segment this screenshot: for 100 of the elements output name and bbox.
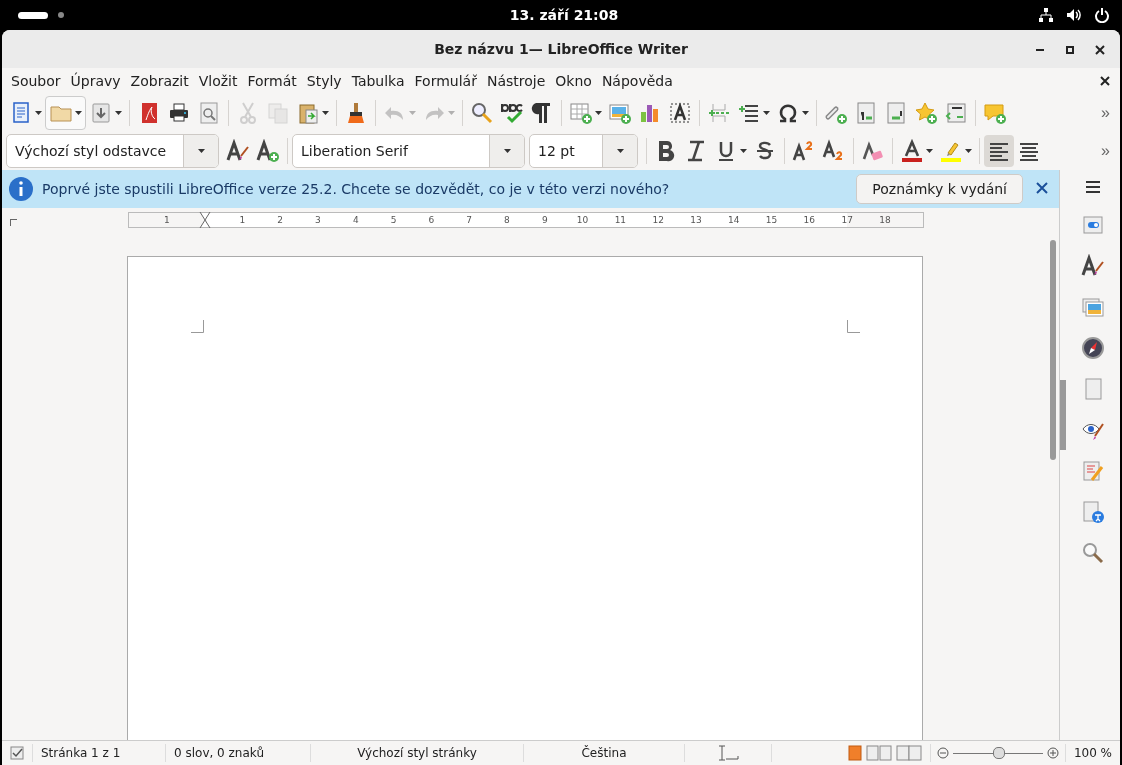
menu-item[interactable]: Formát (242, 70, 302, 92)
font-size-field[interactable]: 12 pt (529, 134, 638, 168)
zoom-out-icon[interactable] (936, 747, 949, 759)
menu-item[interactable]: Nápověda (596, 70, 678, 92)
close-icon (1035, 180, 1049, 195)
caret-icon (197, 149, 205, 153)
more-button[interactable]: » (1095, 142, 1116, 160)
accessibility-icon[interactable] (1081, 500, 1105, 524)
checkbox-icon[interactable] (10, 746, 24, 760)
ruler-number: 7 (466, 215, 473, 225)
ruler-number: 16 (803, 215, 816, 225)
ruler-number: 14 (728, 215, 740, 225)
menu-item[interactable]: Úpravy (65, 70, 126, 92)
properties-icon[interactable] (1081, 213, 1105, 237)
caret-icon (35, 111, 42, 115)
scrollbar-thumb[interactable] (1050, 240, 1056, 460)
menu-item[interactable]: Zobrazit (125, 70, 194, 92)
menu-item[interactable]: Styly (301, 70, 347, 92)
margin-corner-mark (847, 320, 860, 333)
workspace-indicator[interactable] (18, 11, 48, 19)
ruler-number: 18 (879, 215, 891, 225)
caret-icon (965, 149, 972, 153)
ruler-number: 13 (690, 215, 702, 225)
star-icon (914, 101, 938, 125)
more-button[interactable]: » (1095, 104, 1116, 122)
menu-item[interactable]: Tabulka (346, 70, 410, 92)
eraser-icon (861, 139, 885, 163)
tab-stop-icon[interactable] (10, 218, 17, 226)
ruler-number: 15 (765, 215, 778, 225)
caret-icon (763, 111, 770, 115)
close-icon (1095, 45, 1105, 55)
compass-icon[interactable] (1081, 336, 1105, 360)
styles-icon[interactable] (1081, 254, 1105, 278)
volume-icon[interactable] (1066, 7, 1082, 23)
close-icon (1100, 75, 1110, 86)
font-color-icon (900, 139, 924, 163)
window-title: Bez názvu 1— LibreOffice Writer (434, 41, 688, 57)
ruler-number: 10 (576, 215, 589, 225)
page-count[interactable]: Stránka 1 z 1 (41, 746, 121, 760)
copy-icon (266, 101, 290, 125)
indent-marker-icon[interactable] (198, 212, 211, 228)
ruler-number: 8 (504, 215, 510, 225)
menu-item[interactable]: Okno (550, 70, 597, 92)
language[interactable]: Čeština (581, 746, 627, 760)
printer-icon (167, 101, 191, 125)
caret-icon (115, 111, 122, 115)
download-icon (89, 101, 113, 125)
ruler-number: 11 (614, 215, 627, 225)
endnote-icon (884, 101, 908, 125)
clock[interactable]: 13. září 21:08 (509, 7, 619, 23)
menu-icon[interactable] (1084, 178, 1102, 196)
info-icon (8, 176, 34, 202)
cross-reference-icon (944, 101, 968, 125)
ruler-number: 4 (352, 215, 359, 225)
ruler-number: 2 (277, 215, 284, 225)
gallery-icon[interactable] (1081, 295, 1105, 319)
clipboard-icon (296, 101, 320, 125)
ruler-number: 1 (163, 215, 170, 225)
caret-icon (740, 149, 747, 153)
menu-item[interactable]: Nástroje (481, 70, 551, 92)
page-style[interactable]: Výchozí styl stránky (357, 746, 477, 760)
text-box-icon (668, 101, 692, 125)
zoom-level[interactable]: 100 % (1073, 746, 1112, 760)
caret-icon (503, 149, 511, 153)
caret-icon (926, 149, 933, 153)
paragraph-style-field[interactable]: Výchozí styl odstavce (6, 134, 219, 168)
single-page-view-icon[interactable] (847, 745, 862, 761)
ruler-number: 3 (315, 215, 321, 225)
ruler[interactable]: 1 1 2 3 4 5 6 7 8 9 10 11 12 13 14 15 16 17 18 (128, 212, 924, 228)
print-preview-icon (197, 101, 221, 125)
caret-icon (75, 111, 82, 115)
caret-icon (448, 111, 455, 115)
network-icon[interactable] (1038, 7, 1054, 23)
power-icon[interactable] (1094, 7, 1110, 23)
caret-icon (616, 149, 624, 153)
caret-icon (322, 111, 329, 115)
caret-icon (595, 111, 602, 115)
zoom-in-icon[interactable] (1046, 747, 1059, 759)
footnote-icon (854, 101, 878, 125)
menu-item[interactable]: Vložit (193, 70, 243, 92)
caret-icon (802, 111, 809, 115)
toolbar-button[interactable] (984, 135, 1014, 167)
menu-item[interactable]: Formulář (409, 70, 482, 92)
spellcheck-icon (500, 101, 524, 125)
new-style-icon (256, 139, 280, 163)
word-count[interactable]: 0 slov, 0 znaků (174, 746, 264, 760)
caret-icon (409, 111, 416, 115)
info-message: Poprvé jste spustili LibreOffice verze 25.2. Chcete se dozvědět, co je v této verzi nového? (42, 181, 670, 197)
zoom-slider-thumb[interactable] (992, 747, 1005, 759)
page-break-icon (707, 101, 731, 125)
sidebar-handle[interactable] (1060, 380, 1066, 450)
ruler-number: 12 (652, 215, 664, 225)
release-notes-button[interactable]: Poznámky k vydání (856, 174, 1023, 204)
table-icon (569, 101, 593, 125)
ruler-number: 6 (428, 215, 435, 225)
maximize-icon (1066, 46, 1074, 54)
font-name-field[interactable]: Liberation Serif (292, 134, 525, 168)
menu-item[interactable]: Soubor (6, 70, 66, 92)
search-icon[interactable] (1081, 541, 1105, 565)
ruler-number: 1 (239, 215, 246, 225)
